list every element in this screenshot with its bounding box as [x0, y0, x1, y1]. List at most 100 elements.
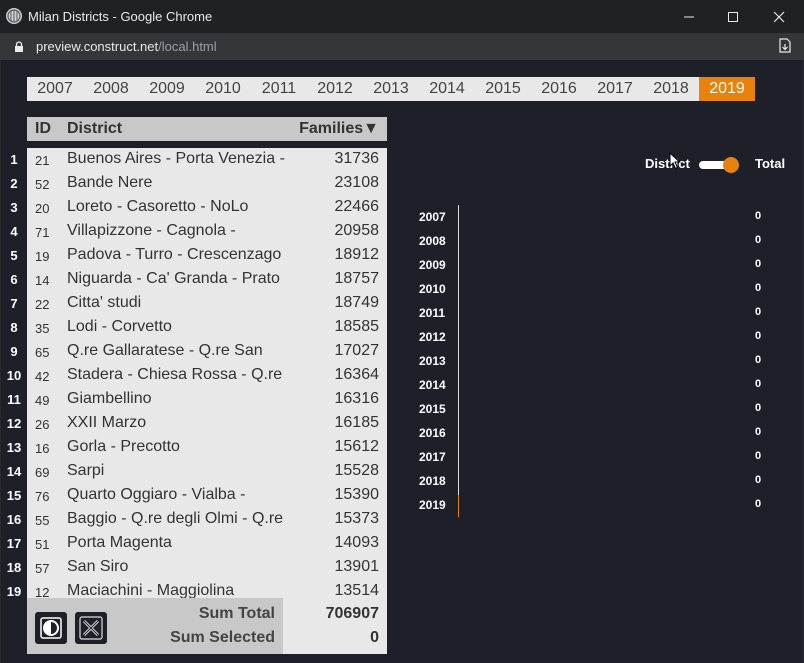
- district-name: Quarto Oggiaro - Vialba -: [67, 486, 246, 503]
- table-row[interactable]: 69 Sarpi 15528: [27, 460, 387, 484]
- table-row[interactable]: 14 Niguarda - Ca' Granda - Prato 18757: [27, 268, 387, 292]
- maximize-button[interactable]: [710, 0, 756, 33]
- chart-row[interactable]: 2015 0: [411, 397, 771, 421]
- minimize-button[interactable]: [666, 0, 712, 33]
- families-count: 15528: [334, 462, 380, 479]
- table-row[interactable]: 65 Q.re Gallaratese - Q.re San 17027: [27, 340, 387, 364]
- chart-row[interactable]: 2014 0: [411, 373, 771, 397]
- address-bar[interactable]: preview.construct.net/local.html: [0, 33, 804, 60]
- year-tab-2017[interactable]: 2017: [587, 77, 643, 101]
- row-number: 14: [6, 464, 22, 479]
- chart-row[interactable]: 2017 0: [411, 445, 771, 469]
- table-row[interactable]: 19 Padova - Turro - Crescenzago 18912: [27, 244, 387, 268]
- row-number: 10: [6, 368, 22, 383]
- district-id: 21: [35, 153, 50, 168]
- year-tab-2016[interactable]: 2016: [531, 77, 587, 101]
- year-tab-2014[interactable]: 2014: [419, 77, 475, 101]
- year-tab-2008[interactable]: 2008: [83, 77, 139, 101]
- row-number: 17: [6, 536, 22, 551]
- table-row[interactable]: 49 Giambellino 16316: [27, 388, 387, 412]
- column-header-families[interactable]: Families▼: [299, 120, 379, 138]
- chart-value-label: 0: [755, 306, 762, 318]
- chart-row[interactable]: 2007 0: [411, 205, 771, 229]
- clear-selection-icon[interactable]: [75, 612, 107, 644]
- families-count: 18757: [334, 270, 380, 287]
- sum-selected-label: Sum Selected: [170, 629, 275, 646]
- row-number: 5: [10, 248, 18, 263]
- url-path: /local.html: [158, 39, 217, 54]
- families-count: 20958: [334, 222, 380, 239]
- chart-year-label: 2009: [419, 258, 446, 272]
- district-total-toggle[interactable]: District Total: [641, 155, 791, 175]
- chart-year-label: 2014: [419, 378, 446, 392]
- row-number: 2: [10, 176, 18, 191]
- year-tab-2013[interactable]: 2013: [363, 77, 419, 101]
- chart-row[interactable]: 2019 0: [411, 493, 771, 517]
- table-row[interactable]: 76 Quarto Oggiaro - Vialba - 15390: [27, 484, 387, 508]
- districts-table: 21 Buenos Aires - Porta Venezia - 31736 52 B…: [27, 148, 387, 598]
- table-row[interactable]: 26 XXII Marzo 16185: [27, 412, 387, 436]
- row-numbers: 1 2 3 4 5 6 7 8 9 10 11 12 13 14 15 16 17 18 19: [1, 148, 27, 604]
- families-count: 18912: [334, 246, 380, 263]
- district-id: 69: [35, 465, 50, 480]
- families-count: 31736: [334, 150, 380, 167]
- families-count: 16316: [334, 390, 380, 407]
- year-tab-2010[interactable]: 2010: [195, 77, 251, 101]
- year-tab-2009[interactable]: 2009: [139, 77, 195, 101]
- year-tab-2019[interactable]: 2019: [699, 77, 755, 101]
- district-name: Buenos Aires - Porta Venezia -: [67, 150, 285, 167]
- chart-row[interactable]: 2016 0: [411, 421, 771, 445]
- district-id: 26: [35, 417, 50, 432]
- chart-row[interactable]: 2010 0: [411, 277, 771, 301]
- district-name: Citta' studi: [67, 294, 142, 311]
- district-id: 76: [35, 489, 50, 504]
- column-header-id[interactable]: ID: [35, 120, 51, 138]
- families-count: 13901: [334, 558, 380, 575]
- close-button[interactable]: [756, 0, 802, 33]
- chart-year-label: 2013: [419, 354, 446, 368]
- row-number: 15: [6, 488, 22, 503]
- year-tab-2007[interactable]: 2007: [27, 77, 83, 101]
- table-row[interactable]: 55 Baggio - Q.re degli Olmi - Q.re 15373: [27, 508, 387, 532]
- district-name: Porta Magenta: [67, 534, 172, 551]
- url-text[interactable]: preview.construct.net/local.html: [36, 39, 217, 54]
- column-header-district[interactable]: District: [67, 120, 122, 138]
- families-count: 16185: [334, 414, 380, 431]
- chart-value-label: 0: [755, 258, 762, 270]
- table-row[interactable]: 12 Maciachini - Maggiolina 13514: [27, 580, 387, 598]
- row-number: 12: [6, 416, 22, 431]
- table-row[interactable]: 51 Porta Magenta 14093: [27, 532, 387, 556]
- row-number: 19: [6, 584, 22, 599]
- chart-row[interactable]: 2013 0: [411, 349, 771, 373]
- table-row[interactable]: 35 Lodi - Corvetto 18585: [27, 316, 387, 340]
- year-tab-2012[interactable]: 2012: [307, 77, 363, 101]
- contrast-icon[interactable]: [35, 612, 67, 644]
- table-row[interactable]: 22 Citta' studi 18749: [27, 292, 387, 316]
- row-number: 1: [10, 152, 18, 167]
- table-row[interactable]: 16 Gorla - Precotto 15612: [27, 436, 387, 460]
- chart-year-label: 2008: [419, 234, 446, 248]
- table-row[interactable]: 71 Villapizzone - Cagnola - 20958: [27, 220, 387, 244]
- toggle-knob[interactable]: [723, 157, 739, 173]
- table-row[interactable]: 52 Bande Nere 23108: [27, 172, 387, 196]
- chart-row[interactable]: 2018 0: [411, 469, 771, 493]
- lock-icon: [14, 40, 24, 58]
- district-id: 55: [35, 513, 50, 528]
- sum-selected-value: 0: [370, 629, 379, 646]
- year-tab-2011[interactable]: 2011: [251, 77, 307, 101]
- row-number: 3: [10, 200, 18, 215]
- table-row[interactable]: 42 Stadera - Chiesa Rossa - Q.re 16364: [27, 364, 387, 388]
- year-tab-2015[interactable]: 2015: [475, 77, 531, 101]
- table-row[interactable]: 20 Loreto - Casoretto - NoLo 22466: [27, 196, 387, 220]
- district-name: Maciachini - Maggiolina: [67, 582, 235, 598]
- table-row[interactable]: 57 San Siro 13901: [27, 556, 387, 580]
- sum-total-label: Sum Total: [198, 605, 275, 622]
- chart-row[interactable]: 2009 0: [411, 253, 771, 277]
- families-count: 15612: [334, 438, 380, 455]
- download-icon[interactable]: [778, 38, 792, 59]
- chart-row[interactable]: 2011 0: [411, 301, 771, 325]
- year-tab-2018[interactable]: 2018: [643, 77, 699, 101]
- chart-row[interactable]: 2008 0: [411, 229, 771, 253]
- chart-row[interactable]: 2012 0: [411, 325, 771, 349]
- table-row[interactable]: 21 Buenos Aires - Porta Venezia - 31736: [27, 148, 387, 172]
